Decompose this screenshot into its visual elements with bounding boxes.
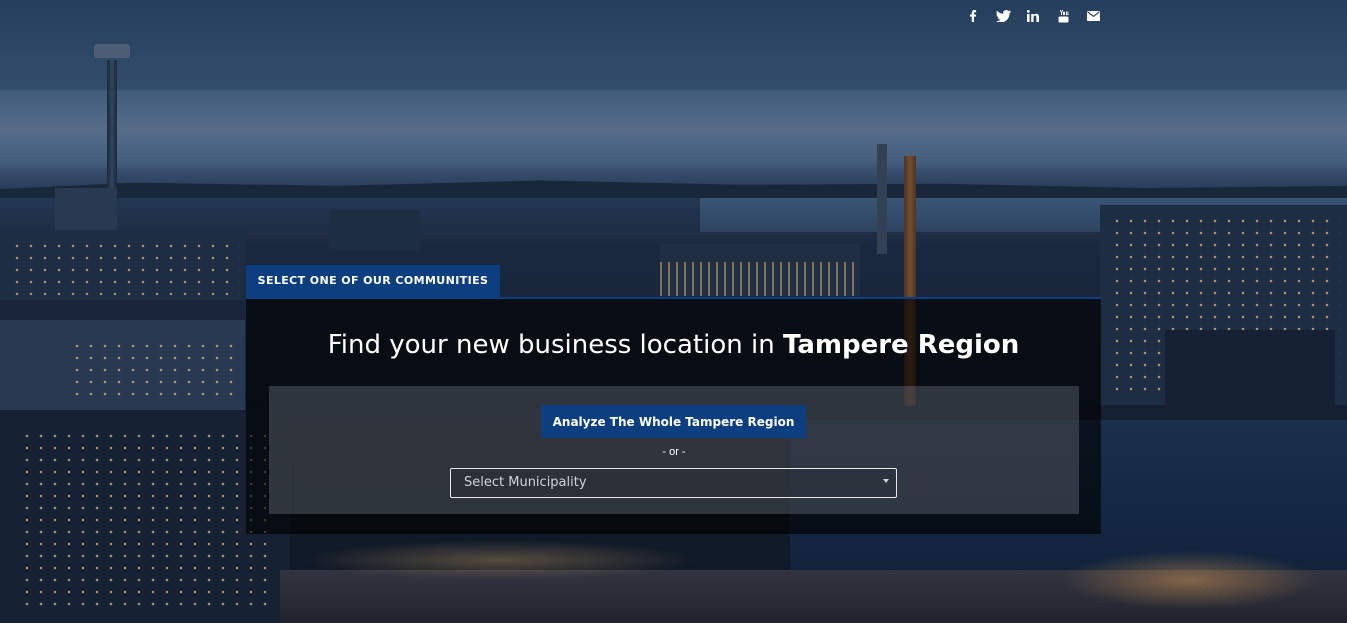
municipality-select-placeholder: Select Municipality	[464, 475, 587, 490]
page-title: Find your new business location in Tampe…	[246, 327, 1101, 363]
headline-region: Tampere Region	[782, 330, 1020, 360]
chevron-down-icon	[883, 479, 889, 483]
linkedin-icon	[1027, 10, 1039, 22]
social-links	[958, 8, 1108, 24]
twitter-link[interactable]	[988, 8, 1018, 24]
search-box: Analyze The Whole Tampere Region - or - …	[269, 386, 1079, 514]
facebook-link[interactable]	[958, 8, 988, 24]
facebook-icon	[970, 10, 977, 22]
youtube-icon	[1058, 9, 1068, 22]
headline-prefix: Find your new business location in	[327, 330, 783, 360]
location-finder-panel: Find your new business location in Tampe…	[246, 297, 1101, 534]
hero-background: SELECT ONE OF OUR COMMUNITIES Find your …	[0, 0, 1347, 623]
twitter-icon	[995, 10, 1011, 22]
linkedin-link[interactable]	[1018, 8, 1048, 24]
youtube-link[interactable]	[1048, 8, 1078, 24]
communities-tab[interactable]: SELECT ONE OF OUR COMMUNITIES	[246, 265, 500, 297]
or-separator: - or -	[662, 446, 686, 458]
email-link[interactable]	[1078, 8, 1108, 24]
email-icon	[1086, 11, 1100, 21]
municipality-select[interactable]: Select Municipality	[450, 468, 897, 498]
analyze-region-button[interactable]: Analyze The Whole Tampere Region	[541, 405, 806, 438]
